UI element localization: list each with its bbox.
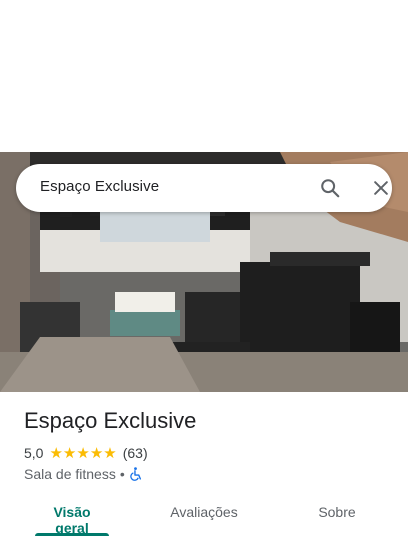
tab-about[interactable]: Sobre xyxy=(317,504,357,520)
top-empty-area xyxy=(0,0,408,152)
tab-reviews[interactable]: Avaliações xyxy=(168,504,240,520)
search-bar[interactable]: Espaço Exclusive xyxy=(16,164,392,212)
review-count[interactable]: (63) xyxy=(123,445,148,461)
star-icon: ★ xyxy=(62,444,77,462)
star-icon: ★ xyxy=(103,444,117,462)
tab-bar: Visão geral Avaliações Sobre xyxy=(0,496,408,538)
star-rating: ★ ★ ★ ★ ★ xyxy=(49,446,116,461)
search-icon[interactable] xyxy=(316,174,344,202)
place-title: Espaço Exclusive xyxy=(24,408,197,433)
tab-overview[interactable]: Visão geral xyxy=(35,504,109,536)
search-input[interactable]: Espaço Exclusive xyxy=(40,178,159,195)
place-category[interactable]: Sala de fitness xyxy=(24,466,116,482)
star-icon: ★ xyxy=(89,444,104,462)
wheelchair-icon xyxy=(129,467,142,481)
place-page: Espaço Exclusive Espaço Exclusive 5,0 ★ … xyxy=(0,0,408,544)
rating-row[interactable]: 5,0 ★ ★ ★ ★ ★ (63) xyxy=(24,444,148,462)
category-row: Sala de fitness • xyxy=(24,465,142,483)
star-icon: ★ xyxy=(49,444,63,462)
active-tab-indicator xyxy=(35,533,109,536)
separator: • xyxy=(119,466,125,482)
star-icon: ★ xyxy=(76,444,90,462)
close-icon[interactable] xyxy=(367,174,395,202)
rating-value: 5,0 xyxy=(24,445,44,461)
